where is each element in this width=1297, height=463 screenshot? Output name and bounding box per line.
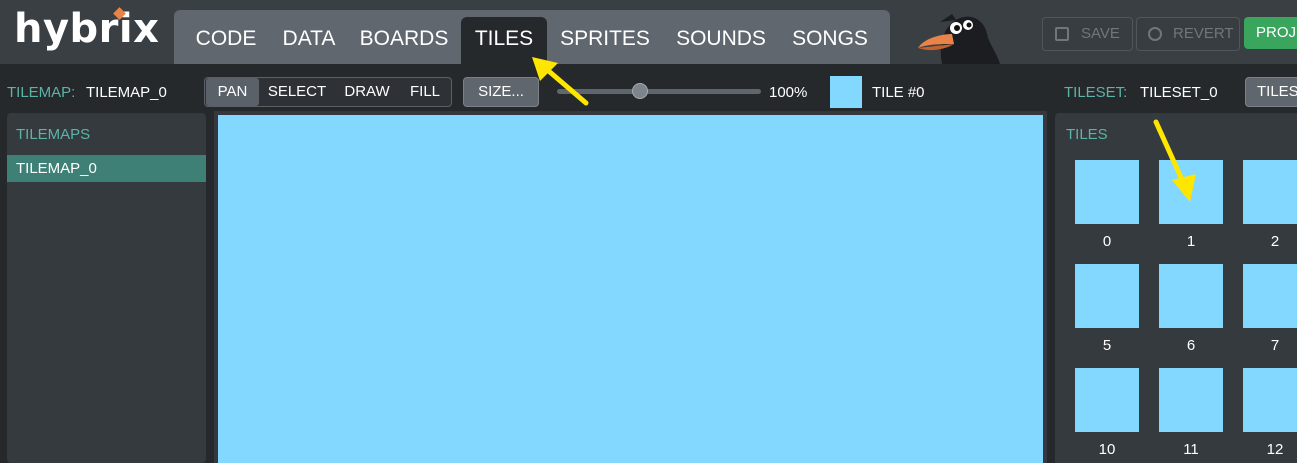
tile-number: 0 [1102, 233, 1112, 250]
fill-tool-button[interactable]: FILL [401, 78, 449, 106]
annotation-arrow-icon [532, 57, 589, 106]
revert-label: REVERT [1173, 25, 1234, 42]
tiles-heading: TILES [1066, 126, 1108, 143]
select-tool-button[interactable]: SELECT [262, 78, 332, 106]
tile-item[interactable] [1159, 368, 1223, 432]
tilemap-item-label: TILEMAP_0 [16, 160, 97, 177]
size-button[interactable]: SIZE... [463, 77, 539, 107]
save-button[interactable]: SAVE [1042, 17, 1133, 51]
tab-data[interactable]: DATA [274, 10, 344, 64]
tile-number: 11 [1183, 441, 1199, 458]
tilemaps-heading: TILEMAPS [16, 126, 91, 143]
crow-mascot-icon [918, 14, 1000, 64]
floppy-disk-icon [1055, 27, 1069, 41]
tile-number: 12 [1266, 441, 1284, 458]
save-label: SAVE [1081, 25, 1120, 42]
tile-item[interactable] [1075, 368, 1139, 432]
tab-songs[interactable]: SONGS [785, 10, 875, 64]
tile-item[interactable] [1243, 264, 1297, 328]
app-logo: hybrix [14, 6, 160, 52]
tile-number: 10 [1098, 441, 1116, 458]
tile-item[interactable] [1075, 264, 1139, 328]
tilemap-label: TILEMAP: [7, 84, 76, 101]
tilemap-canvas[interactable] [218, 115, 1043, 463]
tile-number: 7 [1270, 337, 1280, 354]
tile-item[interactable] [1075, 160, 1139, 224]
draw-tool-button[interactable]: DRAW [338, 78, 396, 106]
tile-number: 1 [1186, 233, 1196, 250]
tab-code[interactable]: CODE [186, 10, 266, 64]
tab-boards[interactable]: BOARDS [354, 10, 454, 64]
tilemap-value: TILEMAP_0 [86, 84, 167, 101]
project-button[interactable]: PROJ [1244, 17, 1297, 49]
zoom-slider-handle[interactable] [632, 83, 648, 99]
tab-sounds[interactable]: SOUNDS [668, 10, 774, 64]
tileset-label: TILESET: [1064, 84, 1128, 101]
current-tile-swatch [830, 76, 862, 108]
pan-tool-button[interactable]: PAN [206, 78, 259, 106]
tileset-value: TILESET_0 [1140, 84, 1218, 101]
tile-item[interactable] [1243, 160, 1297, 224]
tile-item[interactable] [1159, 264, 1223, 328]
revert-clock-icon [1148, 27, 1162, 41]
tile-item[interactable] [1243, 368, 1297, 432]
tile-number: 6 [1186, 337, 1196, 354]
revert-button[interactable]: REVERT [1136, 17, 1240, 51]
zoom-value: 100% [769, 84, 808, 101]
annotation-arrow-icon [1153, 119, 1196, 202]
tilemap-list-item[interactable]: TILEMAP_0 [7, 155, 206, 182]
tiles-button[interactable]: TILES [1245, 77, 1297, 107]
current-tile-label: TILE #0 [872, 84, 925, 101]
tile-number: 5 [1102, 337, 1112, 354]
tile-number: 2 [1270, 233, 1280, 250]
tool-mode-group: PAN SELECT DRAW FILL [204, 77, 452, 107]
